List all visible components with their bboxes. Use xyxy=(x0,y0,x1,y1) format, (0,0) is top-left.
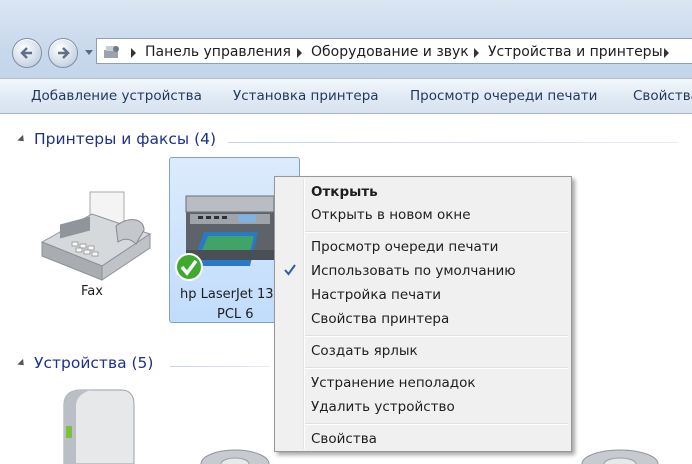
menu-item-printing-preferences[interactable]: Настройка печати xyxy=(311,287,441,303)
group-header-printers-label: Принтеры и факсы (4) xyxy=(34,130,217,148)
title-bar: Панель управления Оборудование и звук Ус… xyxy=(0,0,692,78)
menu-item-open-new-window[interactable]: Открыть в новом окне xyxy=(311,207,471,223)
group-divider xyxy=(170,366,270,367)
group-divider xyxy=(228,142,678,143)
menu-item-create-shortcut[interactable]: Создать ярлык xyxy=(311,343,418,359)
breadcrumb-separator-icon[interactable] xyxy=(131,48,136,58)
default-printer-check-icon xyxy=(175,253,203,281)
external-drive-icon[interactable] xyxy=(52,386,136,464)
breadcrumb-separator-icon[interactable] xyxy=(297,48,302,58)
back-arrow-icon xyxy=(20,47,32,59)
menu-separator xyxy=(305,231,568,233)
forward-arrow-icon xyxy=(58,47,70,59)
device-fax-label: Fax xyxy=(81,284,103,299)
checkmark-icon xyxy=(284,264,296,276)
menu-item-open[interactable]: Открыть xyxy=(311,184,378,200)
command-bar: Добавление устройства Установка принтера… xyxy=(0,78,692,114)
breadcrumb-separator-icon[interactable] xyxy=(474,48,479,58)
group-header-devices-label: Устройства (5) xyxy=(34,354,154,372)
collapse-triangle-icon[interactable] xyxy=(17,134,27,145)
device-disk-icon[interactable] xyxy=(580,446,660,464)
group-header-printers[interactable]: Принтеры и факсы (4) xyxy=(17,130,217,148)
address-bar[interactable]: Панель управления Оборудование и звук Ус… xyxy=(96,38,692,64)
menu-separator xyxy=(305,335,568,337)
forward-button[interactable] xyxy=(48,38,78,68)
menu-item-remove-device[interactable]: Удалить устройство xyxy=(311,399,455,415)
recent-pages-chevron-icon[interactable] xyxy=(85,50,93,56)
group-header-devices[interactable]: Устройства (5) xyxy=(17,354,154,372)
breadcrumb-separator-icon[interactable] xyxy=(664,48,669,58)
view-print-queue-button[interactable]: Просмотр очереди печати xyxy=(410,88,597,104)
collapse-triangle-icon[interactable] xyxy=(17,358,27,369)
control-panel-icon xyxy=(104,46,119,58)
menu-item-properties[interactable]: Свойства xyxy=(311,431,377,447)
menu-item-view-queue[interactable]: Просмотр очереди печати xyxy=(311,239,498,255)
breadcrumb-control-panel[interactable]: Панель управления xyxy=(145,44,291,60)
breadcrumb-hardware-sound[interactable]: Оборудование и звук xyxy=(311,44,469,60)
breadcrumb-devices-printers[interactable]: Устройства и принтеры xyxy=(488,44,663,60)
back-button[interactable] xyxy=(12,38,42,68)
fax-icon xyxy=(40,191,152,281)
device-disk-icon[interactable] xyxy=(200,446,270,464)
menu-separator xyxy=(305,367,568,369)
install-printer-button[interactable]: Установка принтера xyxy=(233,88,379,104)
menu-item-set-default[interactable]: Использовать по умолчанию xyxy=(311,263,516,279)
menu-item-troubleshoot[interactable]: Устранение неполадок xyxy=(311,375,476,391)
menu-gutter xyxy=(303,179,305,449)
properties-button[interactable]: Свойства xyxy=(633,88,692,104)
context-menu: Открыть Открыть в новом окне Просмотр оч… xyxy=(274,176,572,452)
add-device-button[interactable]: Добавление устройства xyxy=(31,88,202,104)
device-fax[interactable]: Fax xyxy=(28,186,156,306)
menu-item-printer-properties[interactable]: Свойства принтера xyxy=(311,311,449,327)
menu-separator xyxy=(305,423,568,425)
